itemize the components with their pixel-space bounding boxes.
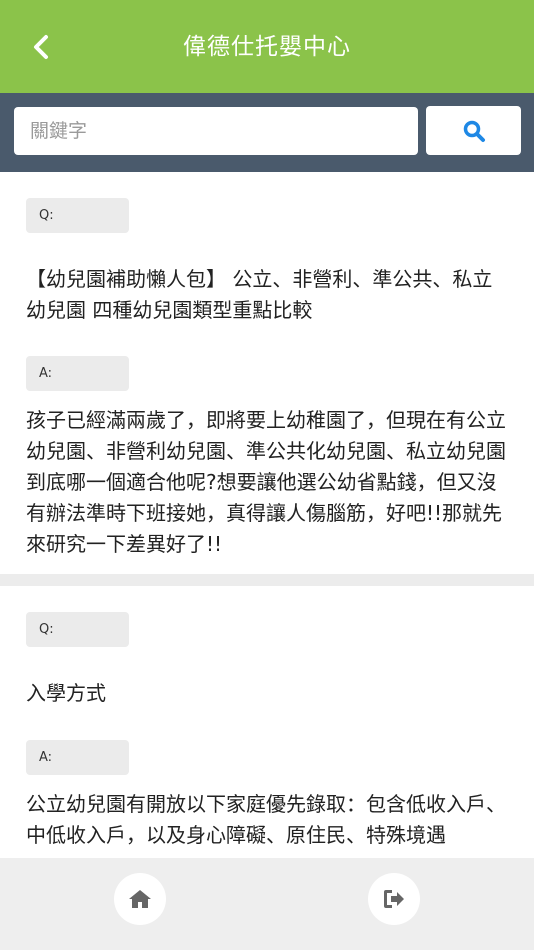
faq-item: Q: 入學方式 A: 公立幼兒園有開放以下家庭優先錄取：包含低收入戶、中低收入戶… xyxy=(0,586,534,851)
logout-button[interactable] xyxy=(368,873,420,925)
answer-text: 公立幼兒園有開放以下家庭優先錄取：包含低收入戶、中低收入戶，以及身心障礙、原住民… xyxy=(26,792,506,847)
search-button[interactable] xyxy=(426,106,521,155)
back-button[interactable] xyxy=(24,30,58,64)
question-tag: Q: xyxy=(26,198,129,233)
faq-item: Q: 【幼兒園補助懶人包】 公立、非營利、準公共、私立幼兒園 四種幼兒園類型重點… xyxy=(0,172,534,574)
search-bar xyxy=(0,93,534,172)
question-text: 【幼兒園補助懶人包】 公立、非營利、準公共、私立幼兒園 四種幼兒園類型重點比較 xyxy=(26,267,493,322)
bottom-toolbar xyxy=(0,858,534,950)
app-header: 偉德仕托嬰中心 xyxy=(0,0,534,93)
question-tag: Q: xyxy=(26,612,129,647)
answer-tag: A: xyxy=(26,740,129,775)
search-input[interactable] xyxy=(14,107,418,155)
search-icon xyxy=(463,120,485,142)
home-icon xyxy=(129,890,151,908)
home-button[interactable] xyxy=(114,873,166,925)
logout-icon xyxy=(384,890,404,908)
item-divider xyxy=(0,574,534,586)
chevron-left-icon xyxy=(34,35,48,59)
answer-text: 孩子已經滿兩歲了，即將要上幼稚園了，但現在有公立幼兒園、非營利幼兒園、準公共化幼… xyxy=(26,408,506,556)
question-text: 入學方式 xyxy=(26,681,106,705)
page-title: 偉德仕托嬰中心 xyxy=(183,33,351,60)
faq-list[interactable]: Q: 【幼兒園補助懶人包】 公立、非營利、準公共、私立幼兒園 四種幼兒園類型重點… xyxy=(0,172,534,858)
answer-tag: A: xyxy=(26,356,129,391)
